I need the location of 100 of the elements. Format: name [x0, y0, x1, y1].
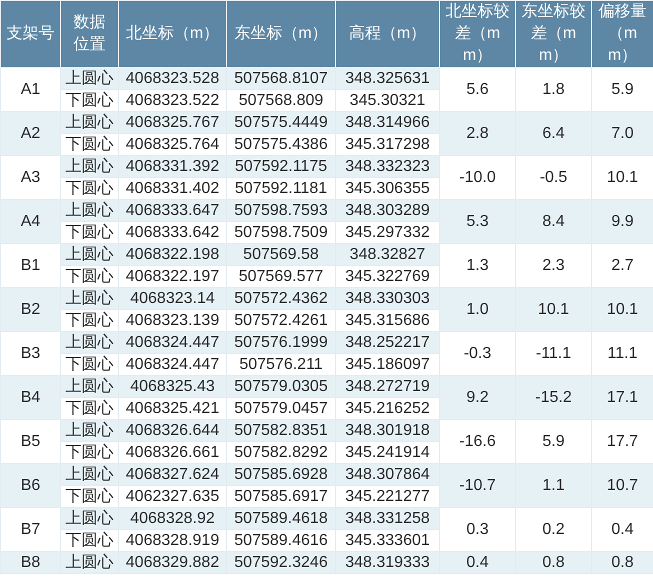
table-cell: 10.1 [516, 288, 592, 332]
table-cell: 11.1 [592, 332, 653, 376]
table-cell: B4 [0, 376, 60, 420]
table-cell: 4068323.522 [118, 90, 226, 112]
table-cell: 507589.4616 [226, 530, 336, 552]
table-cell: 345.30321 [336, 90, 440, 112]
table-cell: 4068331.392 [118, 156, 226, 178]
table-cell: 上圆心 [60, 244, 118, 266]
table-cell: 4068325.767 [118, 112, 226, 134]
table-cell: 2.7 [592, 244, 653, 288]
table-cell: 348.330303 [336, 288, 440, 310]
table-cell: 5.6 [440, 68, 516, 112]
table-cell: 上圆心 [60, 332, 118, 354]
table-cell: 507598.7593 [226, 200, 336, 222]
table-cell: 4068327.624 [118, 464, 226, 486]
table-cell: 下圆心 [60, 134, 118, 156]
table-cell: 345.315686 [336, 310, 440, 332]
table-cell: 348.307864 [336, 464, 440, 486]
table-cell: 345.333601 [336, 530, 440, 552]
table-cell: 下圆心 [60, 310, 118, 332]
table-cell: 507568.8107 [226, 68, 336, 90]
table-cell: 0.4 [440, 552, 516, 574]
table-cell: 5.3 [440, 200, 516, 244]
table-cell: 345.241914 [336, 442, 440, 464]
table-cell: 4068333.647 [118, 200, 226, 222]
table-cell: 507598.7509 [226, 222, 336, 244]
table-cell: 348.332323 [336, 156, 440, 178]
column-header: 支架号 [0, 0, 60, 68]
table-cell: -16.6 [440, 420, 516, 464]
table-cell: 4068324.447 [118, 354, 226, 376]
table-cell: 4068323.14 [118, 288, 226, 310]
table-cell: 507589.4618 [226, 508, 336, 530]
table-cell: 4068325.764 [118, 134, 226, 156]
table-cell: 7.0 [592, 112, 653, 156]
table-cell: 9.2 [440, 376, 516, 420]
table-cell: 17.1 [592, 376, 653, 420]
table-cell: 348.252217 [336, 332, 440, 354]
table-cell: A1 [0, 68, 60, 112]
table-cell: 上圆心 [60, 508, 118, 530]
table-cell: 507579.0305 [226, 376, 336, 398]
table-cell: 0.2 [516, 508, 592, 552]
table-cell: 348.32827 [336, 244, 440, 266]
table-cell: B6 [0, 464, 60, 508]
table-cell: 507592.3246 [226, 552, 336, 574]
table-cell: 345.297332 [336, 222, 440, 244]
table-cell: 348.331258 [336, 508, 440, 530]
table-cell: 上圆心 [60, 464, 118, 486]
table-cell: 345.306355 [336, 178, 440, 200]
table-cell: 507585.6917 [226, 486, 336, 508]
table-cell: 348.319333 [336, 552, 440, 574]
table-cell: 507572.4362 [226, 288, 336, 310]
table-cell: 上圆心 [60, 156, 118, 178]
table-cell: 上圆心 [60, 200, 118, 222]
table-cell: -10.0 [440, 156, 516, 200]
table-cell: 4068322.197 [118, 266, 226, 288]
table-cell: 0.8 [592, 552, 653, 574]
table-cell: 348.272719 [336, 376, 440, 398]
column-header: 偏移量（mm） [592, 0, 653, 68]
column-header: 北坐标较差（mm） [440, 0, 516, 68]
table-cell: 4068325.421 [118, 398, 226, 420]
table-cell: 507585.6928 [226, 464, 336, 486]
table-cell: 507592.1175 [226, 156, 336, 178]
table-cell: 上圆心 [60, 376, 118, 398]
table-cell: B7 [0, 508, 60, 552]
table-cell: 下圆心 [60, 266, 118, 288]
table-cell: 507568.809 [226, 90, 336, 112]
column-header: 东坐标较差（mm） [516, 0, 592, 68]
table-cell: 1.8 [516, 68, 592, 112]
table-cell: 4068325.43 [118, 376, 226, 398]
table-cell: 2.3 [516, 244, 592, 288]
column-header: 数据位置 [60, 0, 118, 68]
table-cell: A2 [0, 112, 60, 156]
table-cell: 0.3 [440, 508, 516, 552]
table-cell: 345.186097 [336, 354, 440, 376]
table-cell: 507569.58 [226, 244, 336, 266]
table-cell: 下圆心 [60, 354, 118, 376]
table-cell: 345.322769 [336, 266, 440, 288]
table-cell: 上圆心 [60, 420, 118, 442]
table-cell: 507572.4261 [226, 310, 336, 332]
table-cell: 4068323.139 [118, 310, 226, 332]
table-cell: 345.221277 [336, 486, 440, 508]
table-cell: 0.8 [516, 552, 592, 574]
table-cell: 4068324.447 [118, 332, 226, 354]
table-cell: 10.1 [592, 288, 653, 332]
table-cell: 507569.577 [226, 266, 336, 288]
table-cell: B2 [0, 288, 60, 332]
table-cell: 0.4 [592, 508, 653, 552]
table-cell: 下圆心 [60, 178, 118, 200]
table-cell: 345.317298 [336, 134, 440, 156]
table-cell: 507576.1999 [226, 332, 336, 354]
table-cell: B5 [0, 420, 60, 464]
table-cell: 下圆心 [60, 530, 118, 552]
table-cell: A3 [0, 156, 60, 200]
table-cell: -0.3 [440, 332, 516, 376]
table-cell: B8 [0, 552, 60, 574]
table-cell: -10.7 [440, 464, 516, 508]
table-cell: 345.216252 [336, 398, 440, 420]
table-cell: 507592.1181 [226, 178, 336, 200]
table-cell: 4068322.198 [118, 244, 226, 266]
table-cell: 17.7 [592, 420, 653, 464]
